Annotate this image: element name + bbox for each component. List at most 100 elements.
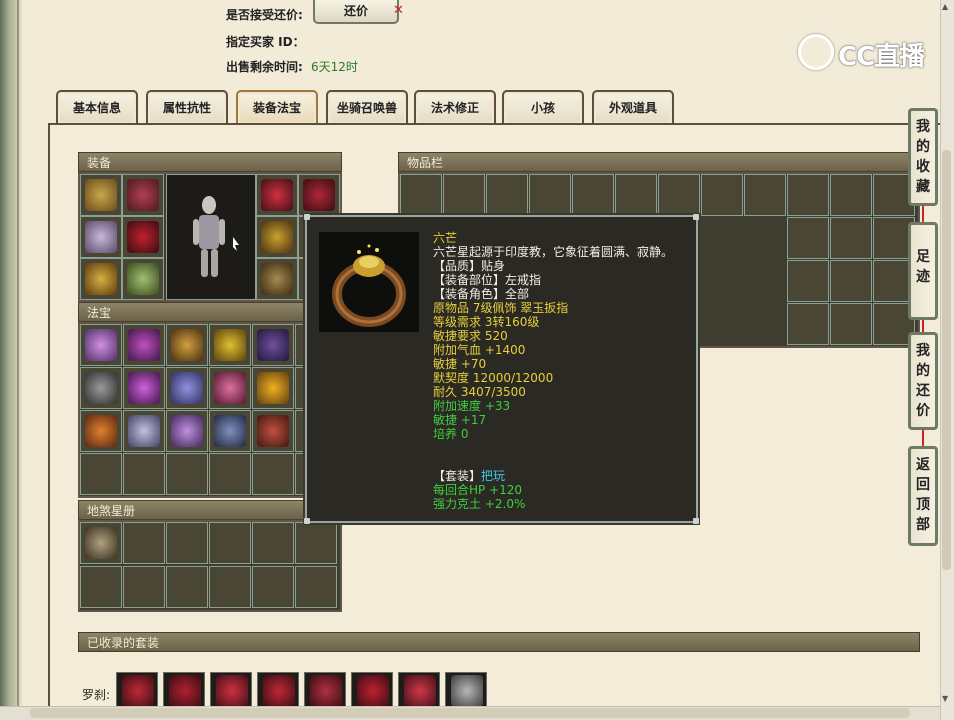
fabao-slot[interactable] — [123, 410, 165, 452]
treasure-icon — [257, 415, 289, 447]
inventory-slot[interactable] — [830, 217, 872, 259]
back-to-top-button[interactable]: 返回顶部 — [908, 446, 938, 546]
disha-slot[interactable] — [123, 522, 165, 564]
weapon-icon — [451, 675, 483, 707]
fabao-slot[interactable] — [123, 453, 165, 495]
tab-children[interactable]: 小孩 — [502, 90, 584, 124]
disha-slot[interactable] — [209, 566, 251, 608]
inventory-slot[interactable] — [830, 303, 872, 345]
inventory-slot[interactable] — [787, 260, 829, 302]
equip-slot[interactable] — [256, 174, 298, 216]
treasure-icon — [128, 329, 160, 361]
fabao-slot[interactable] — [123, 324, 165, 366]
equip-slot[interactable] — [256, 258, 298, 300]
tab-basic-info[interactable]: 基本信息 — [56, 90, 138, 124]
fabao-slot[interactable] — [80, 324, 122, 366]
set-item[interactable] — [210, 672, 252, 708]
fabao-slot[interactable] — [166, 367, 208, 409]
fabao-slot[interactable] — [80, 410, 122, 452]
inventory-slot[interactable] — [443, 174, 485, 216]
tooltip-durability: 耐久 3407/3500 — [433, 385, 526, 399]
fabao-slot[interactable] — [166, 324, 208, 366]
inventory-slot[interactable] — [744, 174, 786, 216]
equip-slot[interactable] — [122, 174, 164, 216]
counter-offer-button[interactable]: 还价 — [313, 0, 399, 24]
disha-slot[interactable] — [209, 522, 251, 564]
ring-item-image — [319, 232, 419, 332]
close-icon[interactable]: ✕ — [393, 3, 404, 18]
side-button-label: 我的还价 — [916, 343, 930, 419]
fabao-slot[interactable] — [123, 367, 165, 409]
fabao-slot[interactable] — [209, 453, 251, 495]
disha-slot[interactable] — [80, 522, 122, 564]
inventory-slot[interactable] — [787, 174, 829, 216]
fabao-slot[interactable] — [80, 453, 122, 495]
equip-slot[interactable] — [80, 216, 122, 258]
tab-spell-mod[interactable]: 法术修正 — [414, 90, 496, 124]
fabao-slot[interactable] — [252, 367, 294, 409]
inventory-slot[interactable] — [400, 174, 442, 216]
disha-slot[interactable] — [295, 566, 337, 608]
equip-slot[interactable] — [80, 258, 122, 300]
fabao-slot[interactable] — [166, 410, 208, 452]
tooltip-add-hp: 附加气血 +1400 — [433, 343, 526, 357]
set-item[interactable] — [257, 672, 299, 708]
treasure-icon — [85, 415, 117, 447]
inventory-slot[interactable] — [572, 174, 614, 216]
tooltip-set-effect: 每回合HP +120 — [433, 483, 523, 497]
tab-mounts-pets[interactable]: 坐骑召唤兽 — [326, 90, 408, 124]
inventory-slot[interactable] — [830, 260, 872, 302]
disha-slot[interactable] — [252, 566, 294, 608]
fabao-slot[interactable] — [209, 367, 251, 409]
set-item[interactable] — [304, 672, 346, 708]
inventory-slot[interactable] — [529, 174, 571, 216]
remaining-time-value: 6天12时 — [311, 60, 358, 74]
disha-slot[interactable] — [80, 566, 122, 608]
tab-attributes[interactable]: 属性抗性 — [146, 90, 228, 124]
fabao-slot[interactable] — [209, 410, 251, 452]
equip-slot[interactable] — [298, 174, 340, 216]
fabao-slot[interactable] — [166, 453, 208, 495]
disha-slot[interactable] — [295, 522, 337, 564]
tab-equipment[interactable]: 装备法宝 — [236, 90, 318, 124]
set-item[interactable] — [398, 672, 440, 708]
inventory-slot[interactable] — [787, 217, 829, 259]
inventory-slot[interactable] — [486, 174, 528, 216]
equip-slot[interactable] — [80, 174, 122, 216]
tab-appearance[interactable]: 外观道具 — [592, 90, 674, 124]
equip-slot[interactable] — [122, 258, 164, 300]
equip-slot[interactable] — [256, 216, 298, 258]
inventory-slot[interactable] — [830, 174, 872, 216]
fabao-slot[interactable] — [252, 324, 294, 366]
tooltip-add-speed: 附加速度 +33 — [433, 399, 511, 413]
set-item[interactable] — [163, 672, 205, 708]
disha-slot[interactable] — [166, 566, 208, 608]
tooltip-set-line: 【套装】把玩 — [433, 469, 505, 483]
fabao-slot[interactable] — [252, 410, 294, 452]
my-counter-offers-button[interactable]: 我的还价 — [908, 332, 938, 430]
cc-logo-icon — [798, 34, 834, 70]
set-item[interactable] — [351, 672, 393, 708]
fabao-slot[interactable] — [252, 453, 294, 495]
inventory-slot[interactable] — [658, 174, 700, 216]
inventory-slot[interactable] — [787, 303, 829, 345]
horizontal-scroll-thumb[interactable] — [30, 708, 910, 718]
inventory-slot[interactable] — [701, 174, 743, 216]
disha-slot[interactable] — [123, 566, 165, 608]
scroll-down-icon[interactable]: ▼ — [942, 694, 948, 703]
tooltip-origin: 原物品 7级佩饰 翠玉扳指 — [433, 301, 569, 315]
warrior-portrait-icon — [85, 527, 117, 559]
set-item[interactable] — [116, 672, 158, 708]
vertical-scroll-thumb[interactable] — [942, 150, 951, 570]
my-favorites-button[interactable]: 我的收藏 — [908, 108, 938, 206]
footprints-button[interactable]: 足迹 — [908, 222, 938, 320]
inventory-slot[interactable] — [615, 174, 657, 216]
set-item[interactable] — [445, 672, 487, 708]
disha-slot[interactable] — [252, 522, 294, 564]
fabao-slot[interactable] — [80, 367, 122, 409]
equip-slot[interactable] — [122, 216, 164, 258]
disha-slot[interactable] — [166, 522, 208, 564]
set-row-label: 罗刹: — [82, 688, 111, 702]
scroll-up-icon[interactable]: ▲ — [942, 2, 948, 11]
fabao-slot[interactable] — [209, 324, 251, 366]
